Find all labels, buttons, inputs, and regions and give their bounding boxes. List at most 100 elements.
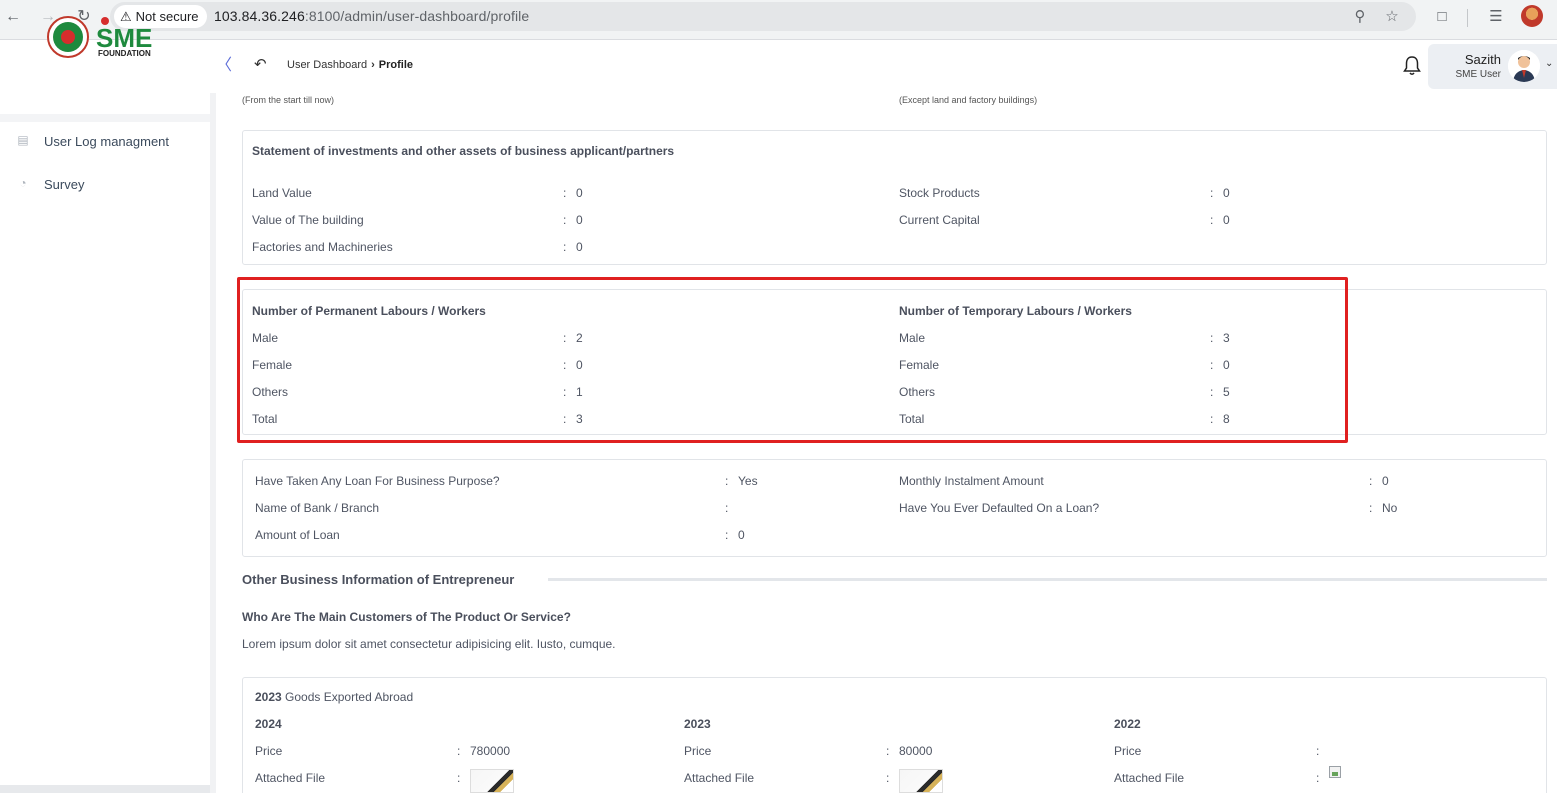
sidebar-item-label: User Log managment bbox=[44, 133, 170, 149]
colon: : bbox=[725, 501, 729, 515]
colon: : bbox=[725, 474, 729, 488]
browser-toolbar: ← → ↻ ⚠ Not secure 103.84.36.246:8100/ad… bbox=[0, 0, 1557, 40]
url-path: :8100/admin/user-dashboard/profile bbox=[304, 8, 530, 24]
exports-card: 2023 Goods Exported Abroad 2024 Price : … bbox=[242, 677, 1547, 793]
section-divider bbox=[548, 578, 1547, 581]
stock-products-value: 0 bbox=[1223, 186, 1230, 200]
temporary-total-value: 8 bbox=[1223, 412, 1230, 426]
colon: : bbox=[1210, 186, 1214, 200]
land-value-label: Land Value bbox=[252, 186, 312, 200]
investments-card: Statement of investments and other asset… bbox=[242, 130, 1547, 265]
sidebar-item-label: Survey bbox=[44, 176, 85, 192]
back-arrow-icon[interactable]: ← bbox=[1, 6, 25, 30]
attached-file-thumbnail[interactable] bbox=[470, 769, 514, 793]
permanent-female-value: 0 bbox=[576, 358, 583, 372]
notification-bell-icon[interactable] bbox=[1402, 55, 1422, 77]
loan-taken-value: Yes bbox=[738, 474, 758, 488]
colon: : bbox=[563, 358, 567, 372]
colon: : bbox=[1210, 412, 1214, 426]
extensions-icon[interactable]: □ bbox=[1430, 6, 1454, 30]
sidebar-scrollbar[interactable] bbox=[0, 785, 210, 793]
temporary-male-label: Male bbox=[899, 331, 926, 345]
star-icon[interactable]: ☆ bbox=[1381, 6, 1403, 28]
colon: : bbox=[1316, 771, 1320, 785]
exports-heading-text: Goods Exported Abroad bbox=[285, 690, 414, 704]
breadcrumb: User Dashboard › Profile bbox=[287, 59, 413, 71]
export-year-2024: 2024 bbox=[255, 717, 282, 731]
permanent-male-label: Male bbox=[252, 331, 279, 345]
zoom-icon[interactable]: ⚲ bbox=[1349, 6, 1371, 28]
defaulted-label: Have You Ever Defaulted On a Loan? bbox=[899, 501, 1100, 515]
colon: : bbox=[886, 771, 890, 785]
broken-image-icon[interactable] bbox=[1329, 766, 1341, 778]
temporary-female-value: 0 bbox=[1223, 358, 1230, 372]
note-except-land: (Except land and factory buildings) bbox=[899, 95, 1038, 105]
loan-amount-value: 0 bbox=[738, 528, 745, 542]
app-header bbox=[0, 40, 1557, 93]
attached-file-label: Attached File bbox=[255, 771, 326, 785]
loan-amount-label: Amount of Loan bbox=[255, 528, 340, 542]
colon: : bbox=[563, 240, 567, 254]
colon: : bbox=[457, 771, 461, 785]
permanent-total-label: Total bbox=[252, 412, 278, 426]
main-customers-question: Who Are The Main Customers of The Produc… bbox=[242, 610, 571, 624]
colon: : bbox=[563, 385, 567, 399]
url-text[interactable]: 103.84.36.246:8100/admin/user-dashboard/… bbox=[214, 2, 529, 31]
permanent-female-label: Female bbox=[252, 358, 293, 372]
user-name: Sazith bbox=[1464, 52, 1501, 67]
price-2023-value: 80000 bbox=[899, 744, 933, 758]
defaulted-value: No bbox=[1382, 501, 1398, 515]
attached-file-label: Attached File bbox=[684, 771, 755, 785]
colon: : bbox=[725, 528, 729, 542]
attached-file-thumbnail[interactable] bbox=[899, 769, 943, 793]
temporary-others-value: 5 bbox=[1223, 385, 1230, 399]
user-menu[interactable]: Sazith SME User ⌄ bbox=[1428, 44, 1557, 89]
bank-branch-label: Name of Bank / Branch bbox=[255, 501, 380, 515]
monthly-instalment-label: Monthly Instalment Amount bbox=[899, 474, 1044, 488]
breadcrumb-profile: Profile bbox=[378, 59, 413, 71]
colon: : bbox=[563, 186, 567, 200]
sidebar-item-survey[interactable]: ◔ Survey bbox=[14, 173, 84, 195]
temporary-labours-title: Number of Temporary Labours / Workers bbox=[899, 304, 1132, 318]
permanent-others-label: Others bbox=[252, 385, 289, 399]
loan-card: Have Taken Any Loan For Business Purpose… bbox=[242, 459, 1547, 557]
stock-products-label: Stock Products bbox=[899, 186, 980, 200]
url-host: 103.84.36.246 bbox=[214, 8, 305, 24]
main-customers-answer: Lorem ipsum dolor sit amet consectetur a… bbox=[242, 637, 616, 651]
building-value: 0 bbox=[576, 213, 583, 227]
permanent-male-value: 2 bbox=[576, 331, 583, 345]
building-value-label: Value of The building bbox=[252, 213, 364, 227]
labours-card: Number of Permanent Labours / Workers Nu… bbox=[242, 289, 1547, 435]
layout-divider bbox=[210, 93, 216, 793]
exports-heading: 2023 Goods Exported Abroad bbox=[255, 690, 413, 704]
price-label: Price bbox=[684, 744, 712, 758]
breadcrumb-user-dashboard[interactable]: User Dashboard bbox=[287, 59, 367, 71]
colon: : bbox=[563, 213, 567, 227]
attached-file-label: Attached File bbox=[1114, 771, 1185, 785]
sidebar-divider bbox=[0, 114, 210, 122]
address-bar[interactable]: ⚠ Not secure 103.84.36.246:8100/admin/us… bbox=[110, 2, 1416, 31]
price-2024-value: 780000 bbox=[470, 744, 511, 758]
machineries-value: 0 bbox=[576, 240, 583, 254]
toolbar-divider bbox=[1467, 9, 1468, 27]
price-label: Price bbox=[255, 744, 283, 758]
colon: : bbox=[457, 744, 461, 758]
permanent-labours-title: Number of Permanent Labours / Workers bbox=[252, 304, 486, 318]
colon: : bbox=[563, 331, 567, 345]
sidebar-item-user-log[interactable]: ▤ User Log managment bbox=[14, 130, 169, 152]
colon: : bbox=[1369, 474, 1373, 488]
temporary-others-label: Others bbox=[899, 385, 936, 399]
colon: : bbox=[563, 412, 567, 426]
export-year-2022: 2022 bbox=[1114, 717, 1141, 731]
media-icon[interactable]: ☰ bbox=[1484, 6, 1508, 30]
colon: : bbox=[1210, 385, 1214, 399]
sidebar-collapse-icon[interactable]: 〈 bbox=[216, 56, 232, 76]
chevron-right-icon: › bbox=[371, 59, 375, 71]
loan-taken-label: Have Taken Any Loan For Business Purpose… bbox=[255, 474, 500, 488]
colon: : bbox=[1210, 331, 1214, 345]
browser-profile-icon[interactable] bbox=[1521, 5, 1543, 27]
avatar bbox=[1508, 50, 1540, 82]
price-label: Price bbox=[1114, 744, 1142, 758]
colon: : bbox=[886, 744, 890, 758]
undo-back-icon[interactable]: ↶ bbox=[254, 55, 272, 75]
